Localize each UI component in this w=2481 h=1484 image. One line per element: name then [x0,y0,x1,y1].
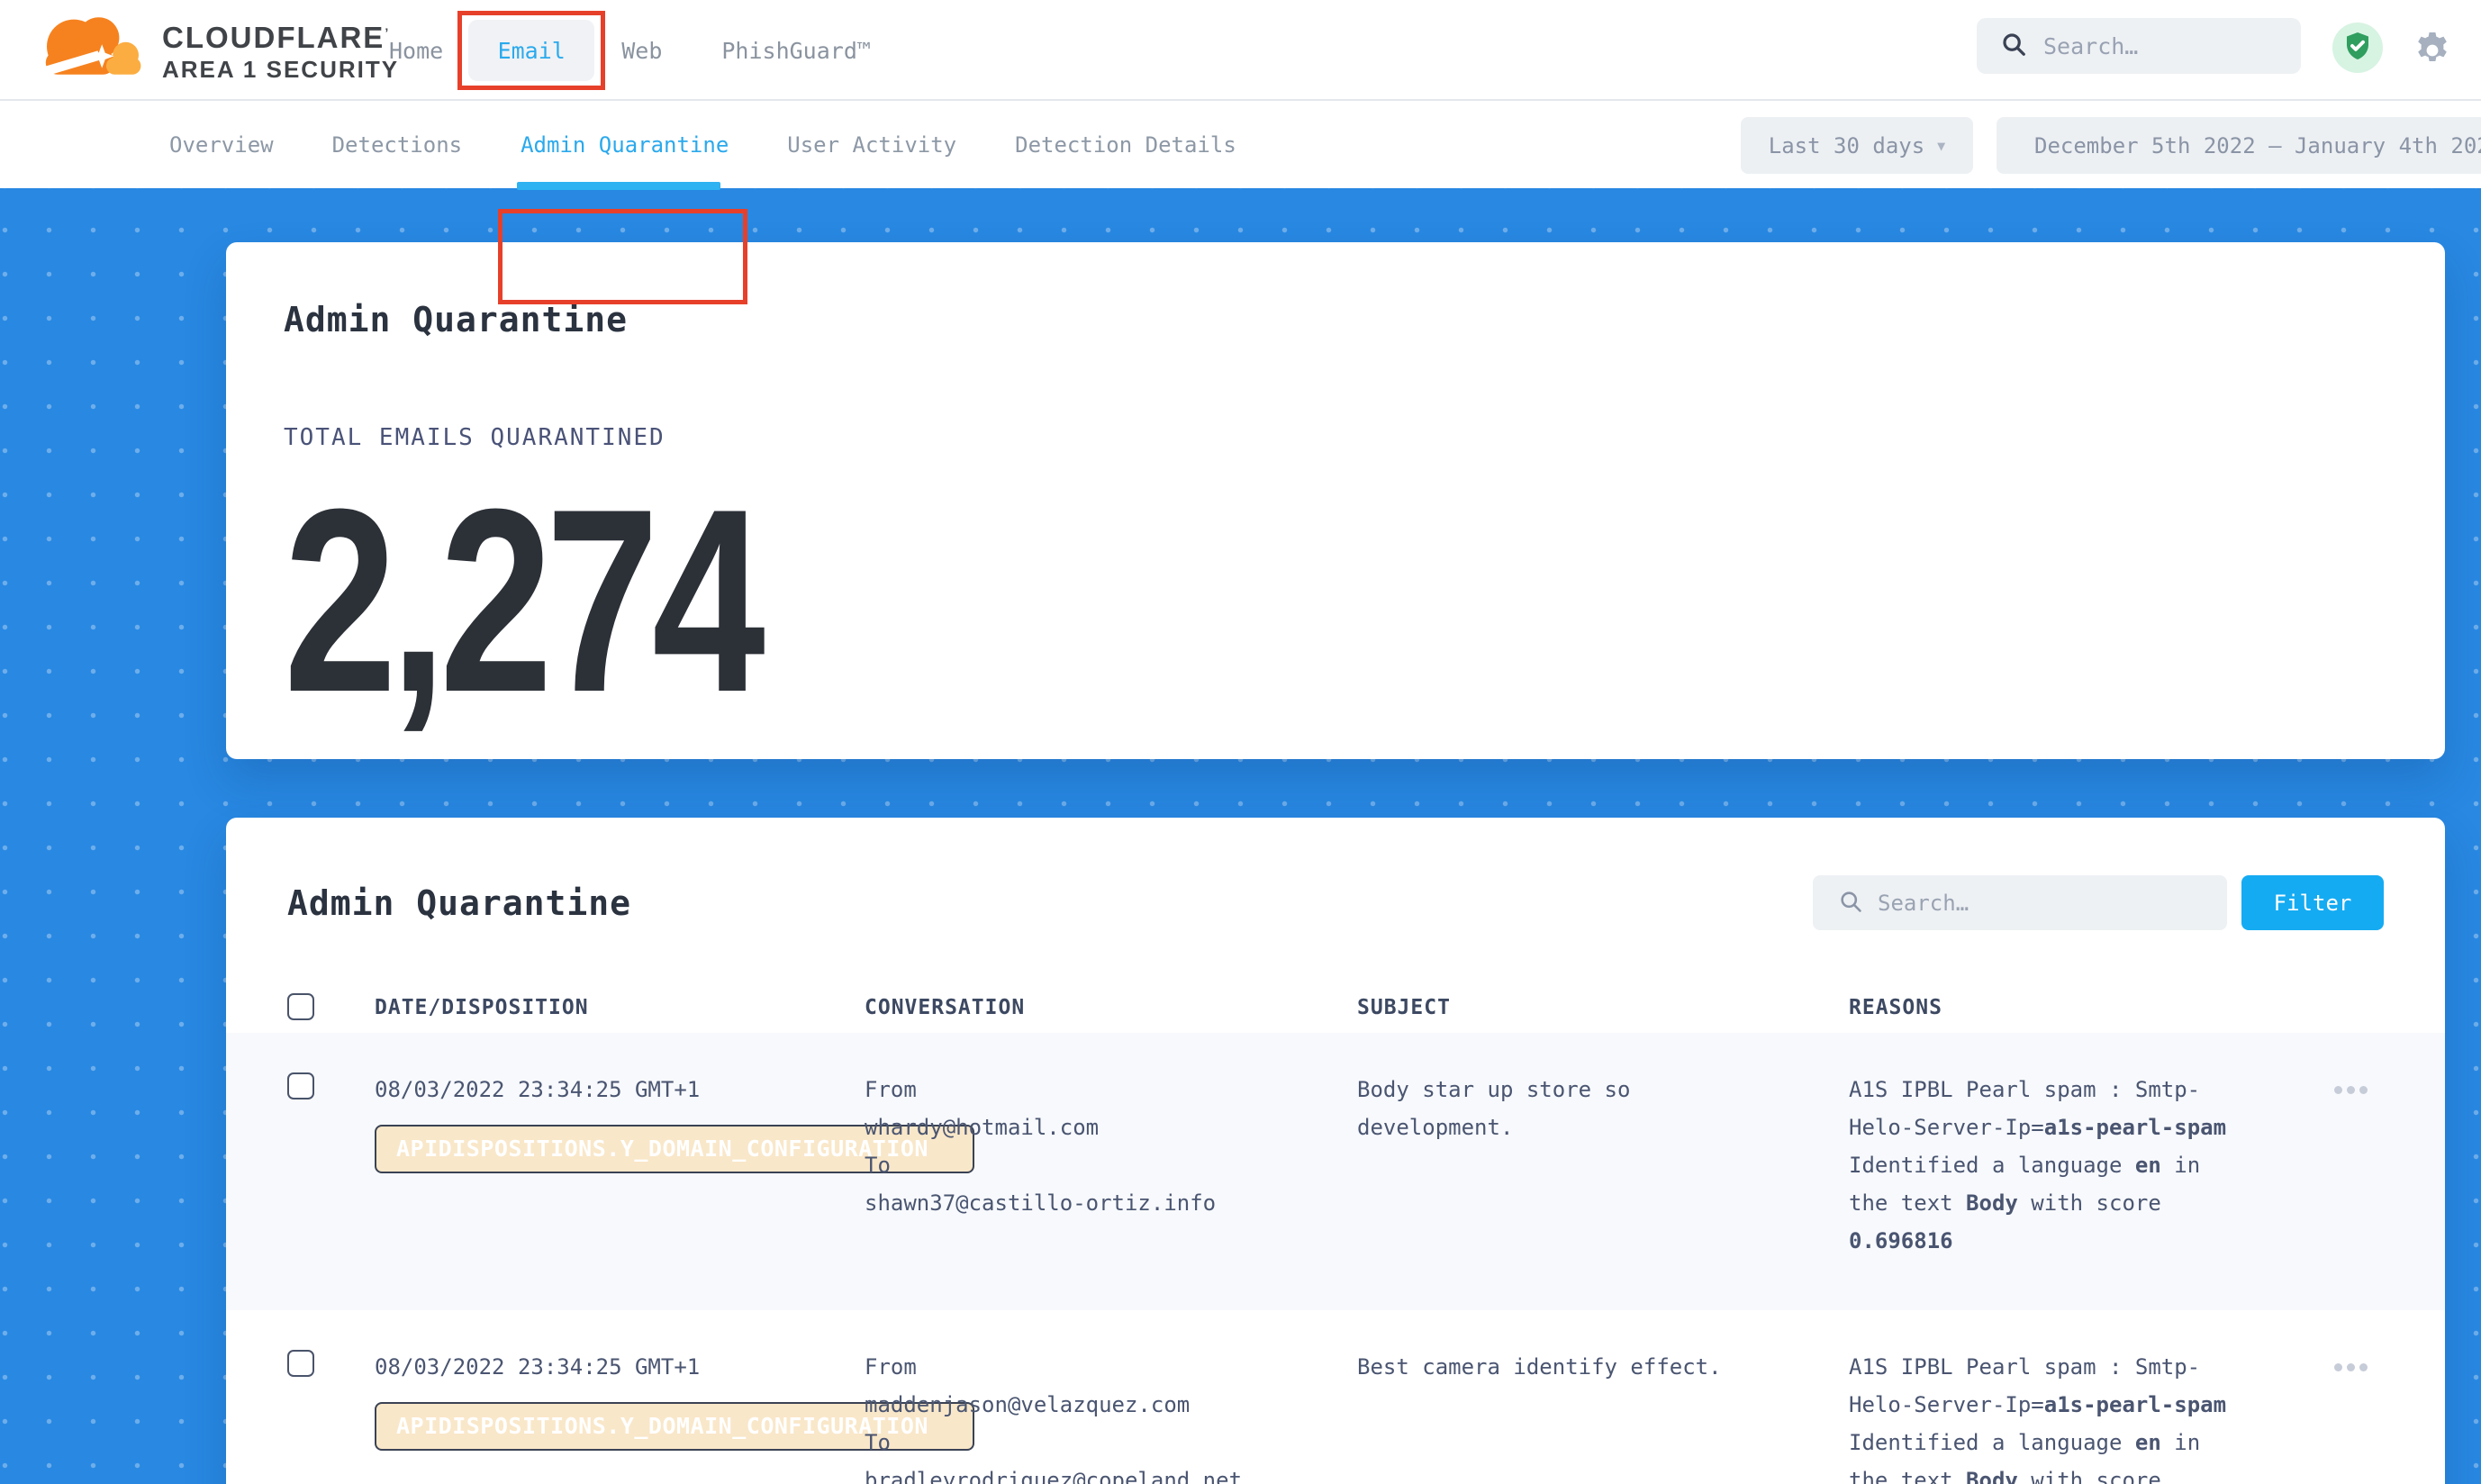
cell-subject: Best camera identify effect. [1357,1348,1849,1484]
reason-line: 0.696816 [1849,1222,2272,1260]
reason-line: the text Body with score [1849,1184,2272,1222]
search-icon [2000,31,2027,61]
cell-actions [2272,1071,2384,1260]
cloudflare-cloud-icon [31,7,149,94]
top-bar-right [1977,0,2481,101]
page-background: Admin Quarantine TOTAL EMAILS QUARANTINE… [0,188,2481,1484]
table-search [1813,875,2227,930]
chevron-down-icon: ▼ [1937,138,1945,154]
column-header-date-disposition: DATE/DISPOSITION [375,996,865,1019]
cell-date-disposition: 08/03/2022 23:34:25 GMT+1APIDISPOSITIONS… [375,1348,865,1484]
date-range-value[interactable]: December 5th 2022 — January 4th 2023 [1997,117,2481,174]
tab-detections[interactable]: Detections [332,132,463,158]
brand-name: CLOUDFLARE’ [162,16,399,54]
date-range-preset-button[interactable]: Last 30 days ▼ [1741,117,1973,174]
settings-gear-icon[interactable] [2411,29,2454,72]
tab-detection-details[interactable]: Detection Details [1015,132,1236,158]
reason-line: Identified a language en in [1849,1424,2272,1461]
conversation-line: maddenjason@velazquez.com [865,1386,1357,1424]
conversation-line: From [865,1348,1357,1386]
brand-subtitle: AREA 1 SECURITY [162,54,399,85]
global-search [1977,18,2301,74]
total-quarantined-label: TOTAL EMAILS QUARANTINED [284,424,2387,451]
top-bar: CLOUDFLARE’ AREA 1 SECURITY Home Email W… [0,0,2481,101]
reason-line: Helo-Server-Ip=a1s-pearl-spam [1849,1386,2272,1424]
conversation-line: From [865,1071,1357,1108]
stats-card-title: Admin Quarantine [284,300,2387,339]
email-sub-nav: Overview Detections Admin Quarantine Use… [0,101,2481,188]
table-header-row: DATE/DISPOSITION CONVERSATION SUBJECT RE… [226,982,2445,1033]
more-actions-button[interactable] [2334,1353,2368,1380]
table-row[interactable]: 08/03/2022 23:34:25 GMT+1APIDISPOSITIONS… [226,1310,2445,1484]
main-nav: Home Email Web PhishGuard™ [389,0,871,101]
active-tab-underline [517,182,720,190]
tab-overview[interactable]: Overview [169,132,274,158]
row-checkbox[interactable] [287,1350,314,1377]
cell-actions [2272,1348,2384,1484]
table-rows: 08/03/2022 23:34:25 GMT+1APIDISPOSITIONS… [226,1033,2445,1484]
row-checkbox[interactable] [287,1072,314,1099]
cell-conversation: Fromwhardy@hotmail.comToshawn37@castillo… [865,1071,1357,1260]
cell-subject: Body star up store sodevelopment. [1357,1071,1849,1260]
quarantine-table-card: Admin Quarantine Filter DATE/DISPOSITION… [226,818,2445,1484]
filter-button[interactable]: Filter [2241,875,2384,930]
column-header-subject: SUBJECT [1357,996,1849,1019]
cell-reasons: A1S IPBL Pearl spam : Smtp-Helo-Server-I… [1849,1348,2272,1484]
nav-item-web[interactable]: Web [621,38,662,64]
cell-reasons: A1S IPBL Pearl spam : Smtp-Helo-Server-I… [1849,1071,2272,1260]
row-date: 08/03/2022 23:34:25 GMT+1 [375,1071,865,1108]
subject-line: development. [1357,1108,1849,1146]
tab-admin-quarantine[interactable]: Admin Quarantine [521,132,729,158]
column-header-reasons: REASONS [1849,996,2272,1019]
cell-date-disposition: 08/03/2022 23:34:25 GMT+1APIDISPOSITIONS… [375,1071,865,1260]
tab-user-activity[interactable]: User Activity [787,132,956,158]
nav-item-phishguard[interactable]: PhishGuard™ [721,38,871,64]
conversation-line: whardy@hotmail.com [865,1108,1357,1146]
quarantine-stats-card: Admin Quarantine TOTAL EMAILS QUARANTINE… [226,242,2445,759]
cell-select [287,1071,375,1260]
app-window: CLOUDFLARE’ AREA 1 SECURITY Home Email W… [0,0,2481,1484]
row-date: 08/03/2022 23:34:25 GMT+1 [375,1348,865,1386]
reason-line: Helo-Server-Ip=a1s-pearl-spam [1849,1108,2272,1146]
global-search-input[interactable] [2043,33,2268,59]
conversation-line: shawn37@castillo-ortiz.info [865,1184,1357,1222]
table-row[interactable]: 08/03/2022 23:34:25 GMT+1APIDISPOSITIONS… [226,1033,2445,1310]
reason-line: A1S IPBL Pearl spam : Smtp- [1849,1071,2272,1108]
reason-line: Identified a language en in [1849,1146,2272,1184]
table-search-input[interactable] [1878,891,2175,916]
subject-line: Best camera identify effect. [1357,1348,1849,1386]
search-icon [1838,889,1863,918]
conversation-line: To [865,1424,1357,1461]
security-status-badge[interactable] [2332,23,2383,73]
subject-line: Body star up store so [1357,1071,1849,1108]
column-header-conversation: CONVERSATION [865,996,1357,1019]
reason-line: the text Body with score [1849,1461,2272,1484]
total-quarantined-value: 2,274 [284,466,758,736]
more-actions-button[interactable] [2334,1076,2368,1103]
cloudflare-logo: CLOUDFLARE’ AREA 1 SECURITY [31,7,399,94]
select-all-checkbox[interactable] [287,993,314,1020]
cell-select [287,1348,375,1484]
nav-item-home[interactable]: Home [389,38,443,64]
cell-conversation: Frommaddenjason@velazquez.comTobradleyro… [865,1348,1357,1484]
nav-item-email[interactable]: Email [468,20,594,81]
shield-check-icon [2341,30,2374,66]
reason-line: A1S IPBL Pearl spam : Smtp- [1849,1348,2272,1386]
conversation-line: To [865,1146,1357,1184]
table-card-title: Admin Quarantine [287,883,631,923]
conversation-line: bradleyrodriguez@copeland.net [865,1461,1357,1484]
